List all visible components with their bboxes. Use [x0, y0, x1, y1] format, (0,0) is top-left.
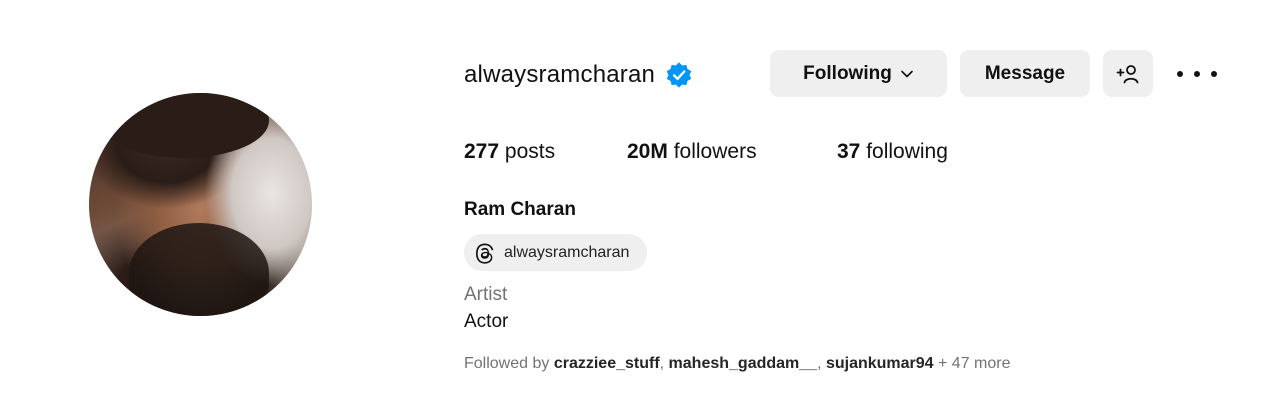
followed-by-prefix: Followed by [464, 355, 550, 372]
add-user-icon [1116, 64, 1139, 83]
profile-username: alwaysramcharan [464, 61, 656, 88]
followed-by-account[interactable]: crazziee_stuff [554, 355, 660, 372]
posts-label: posts [504, 140, 556, 163]
chevron-down-icon [901, 70, 913, 77]
message-button[interactable]: Message [960, 50, 1090, 97]
profile-full-name: Ram Charan [464, 199, 576, 220]
add-user-button[interactable] [1103, 50, 1153, 97]
following-stat[interactable]: 37 following [837, 140, 948, 164]
followed-by-account[interactable]: sujankumar94 [826, 355, 934, 372]
posts-count: 277 [464, 140, 500, 163]
following-button[interactable]: Following [770, 50, 947, 97]
posts-stat: 277 posts [464, 140, 555, 164]
threads-link[interactable]: alwaysramcharan [464, 234, 647, 271]
followed-by[interactable]: Followed by crazziee_stuff, mahesh_gadda… [464, 355, 1011, 373]
avatar-beard [129, 223, 269, 316]
threads-icon [476, 242, 494, 264]
profile-bio: Actor [464, 311, 509, 332]
more-dot [1211, 71, 1217, 77]
more-dot [1194, 71, 1200, 77]
username-row: alwaysramcharan [464, 55, 693, 95]
more-dot [1177, 71, 1183, 77]
verified-badge-icon [666, 62, 692, 88]
separator: , [817, 355, 826, 372]
followers-label: followers [673, 140, 757, 163]
profile-category: Artist [464, 284, 508, 305]
following-button-label: Following [803, 62, 892, 84]
more-options-icon[interactable] [1177, 60, 1217, 88]
separator: , [659, 355, 669, 372]
profile-header: alwaysramcharan Following Message 277 po… [0, 0, 1280, 418]
following-label: following [866, 140, 948, 163]
profile-avatar[interactable] [89, 93, 312, 316]
followed-by-more[interactable]: + 47 more [938, 355, 1010, 372]
threads-handle: alwaysramcharan [504, 243, 630, 261]
followed-by-account[interactable]: mahesh_gaddam__ [669, 355, 818, 372]
message-button-label: Message [984, 62, 1066, 84]
avatar-hair [99, 93, 269, 158]
followers-count: 20M [627, 140, 668, 163]
following-count: 37 [837, 140, 861, 163]
followers-stat[interactable]: 20M followers [627, 140, 757, 164]
